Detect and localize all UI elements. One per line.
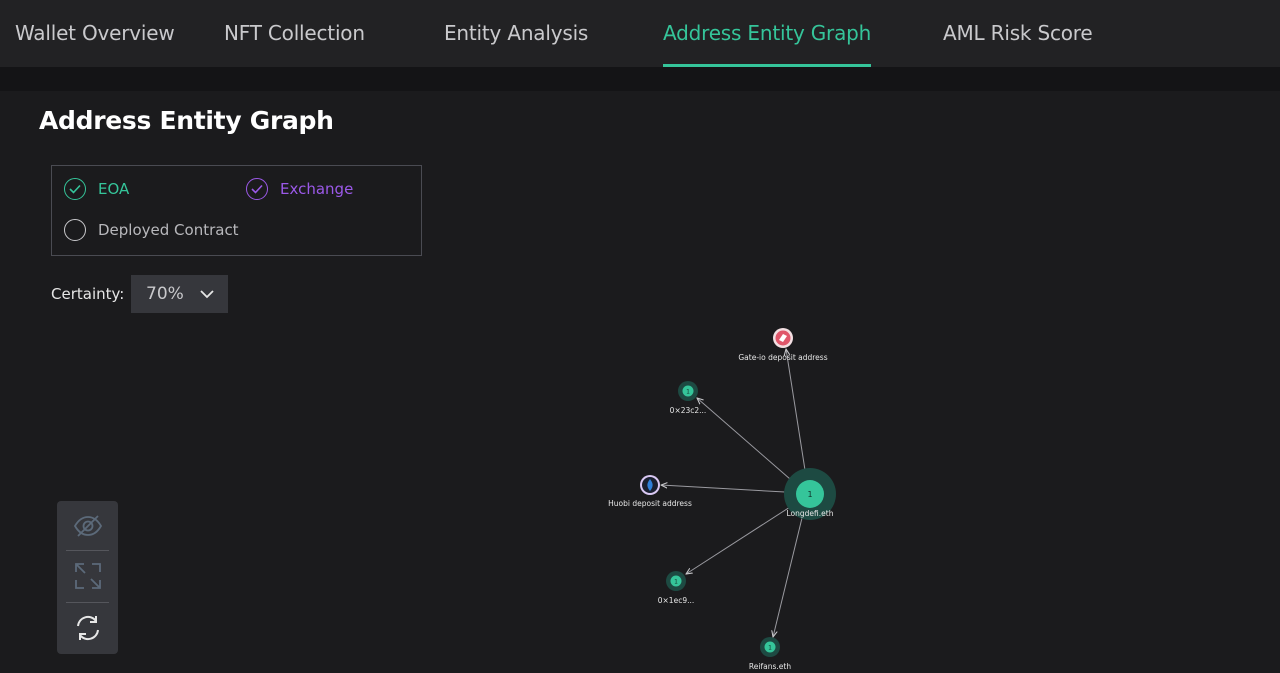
tab-nft-collection[interactable]: NFT Collection [224,0,365,67]
graph-toolbar [57,501,118,654]
node-reifans-count: 1 [768,645,772,652]
node-0x1ec9-label: 0×1ec9... [658,596,695,605]
certainty-dropdown[interactable]: 70% [131,275,228,313]
node-0x1ec9[interactable]: 1 0×1ec9... [658,571,695,605]
filter-eoa-label: EOA [98,180,130,198]
tab-wallet-overview[interactable]: Wallet Overview [15,0,175,67]
edge-huobi [661,485,786,493]
top-nav: Wallet Overview NFT Collection Entity An… [0,0,1280,67]
node-0x23c2-count: 1 [686,389,690,396]
filter-contract-label: Deployed Contract [98,221,239,239]
node-gate-io-label: Gate-io deposit address [738,353,827,362]
refresh-icon [76,615,99,641]
expand-icon [74,563,101,589]
center-node[interactable]: 1 Longdefi.eth [784,468,836,520]
tab-address-entity-graph[interactable]: Address Entity Graph [663,0,871,67]
center-node-label: Longdefi.eth [787,509,834,518]
check-circle-icon [246,178,268,200]
sub-bar [0,67,1280,91]
node-reifans-label: Reifans.eth [749,662,791,671]
edge-23c2 [697,398,791,480]
entity-type-filter: EOA Exchange Deployed Contract [51,165,422,256]
refresh-button[interactable] [57,603,118,653]
node-reifans[interactable]: 1 Reifans.eth [749,637,791,671]
node-0x1ec9-count: 1 [674,579,678,586]
node-0x23c2[interactable]: 1 0×23c2... [670,381,707,415]
certainty-label: Certainty: [51,285,125,303]
filter-eoa[interactable]: EOA [64,178,129,200]
node-gate-io[interactable]: Gate-io deposit address [738,328,828,362]
check-circle-icon [64,178,86,200]
node-huobi-label: Huobi deposit address [608,499,692,508]
center-node-count: 1 [807,490,812,499]
node-huobi[interactable]: Huobi deposit address [608,475,692,508]
edge-gate [786,349,806,471]
eye-off-icon [73,515,102,537]
toggle-visibility-button[interactable] [57,501,118,551]
filter-deployed-contract[interactable]: Deployed Contract [64,219,239,241]
entity-graph: 1 Longdefi.eth Gate-io deposit address 1… [608,328,836,671]
tab-aml-risk-score[interactable]: AML Risk Score [943,0,1093,67]
fullscreen-button[interactable] [57,551,118,601]
page-title: Address Entity Graph [39,106,334,135]
filter-exchange-label: Exchange [280,180,354,198]
tab-entity-analysis[interactable]: Entity Analysis [444,0,588,67]
filter-exchange[interactable]: Exchange [246,178,353,200]
chevron-down-icon [200,290,214,299]
node-0x23c2-label: 0×23c2... [670,406,707,415]
certainty-value: 70% [146,284,184,304]
edge-reifans [773,517,803,637]
empty-circle-icon [64,219,86,241]
edge-1ec9 [686,506,791,574]
